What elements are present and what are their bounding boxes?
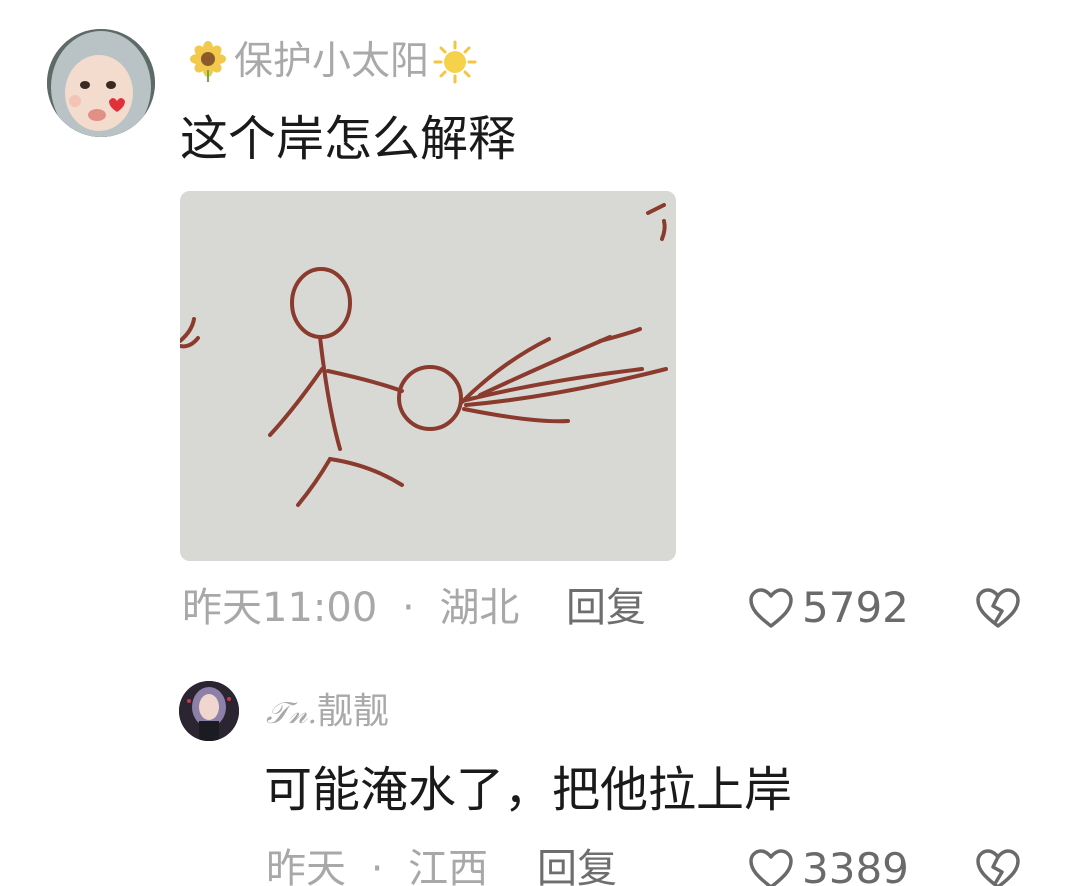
- avatar[interactable]: [179, 681, 239, 741]
- location: 江西: [408, 846, 489, 886]
- like-button[interactable]: 5792: [748, 581, 909, 635]
- timestamp: 昨天: [266, 846, 346, 886]
- comment-meta: 昨天11:00 · 湖北: [182, 581, 519, 635]
- meta-separator: ·: [370, 846, 384, 886]
- meta-separator: ·: [402, 585, 415, 631]
- stick-figure-drawing: [180, 191, 676, 561]
- girl-avatar-image: [179, 681, 239, 741]
- like-button[interactable]: 3389: [748, 842, 909, 886]
- username-text: 保护小太阳: [234, 39, 430, 84]
- username-prefix: 𝒯𝓃.: [266, 696, 317, 731]
- avatar[interactable]: [47, 29, 155, 137]
- sunflower-icon: [190, 41, 226, 82]
- username[interactable]: 𝒯𝓃.靓靓: [266, 688, 389, 738]
- location: 湖北: [439, 585, 520, 631]
- child-avatar-image: [47, 29, 155, 137]
- comment-thread: 保护小太阳 这个岸怎么解释 昨天11:00 · 湖北 回复 5792 𝒯𝓃.靓靓…: [0, 0, 1078, 886]
- username[interactable]: 保护小太阳: [186, 36, 477, 88]
- heart-icon: [749, 849, 793, 886]
- sun-icon: [433, 40, 477, 84]
- reply-button[interactable]: 回复: [537, 842, 617, 886]
- reply-button[interactable]: 回复: [566, 581, 646, 635]
- attached-image[interactable]: [180, 191, 676, 561]
- username-text: 靓靓: [317, 691, 390, 732]
- broken-heart-icon[interactable]: [975, 587, 1021, 629]
- like-count: 5792: [802, 583, 909, 632]
- comment-text: 可能淹水了，把他拉上岸: [264, 762, 793, 818]
- like-count: 3389: [802, 844, 909, 886]
- heart-icon: [749, 588, 793, 628]
- broken-heart-icon[interactable]: [975, 848, 1021, 886]
- timestamp: 昨天11:00: [182, 585, 378, 631]
- comment-meta: 昨天 · 江西: [266, 842, 488, 886]
- comment-text: 这个岸怎么解释: [180, 111, 517, 167]
